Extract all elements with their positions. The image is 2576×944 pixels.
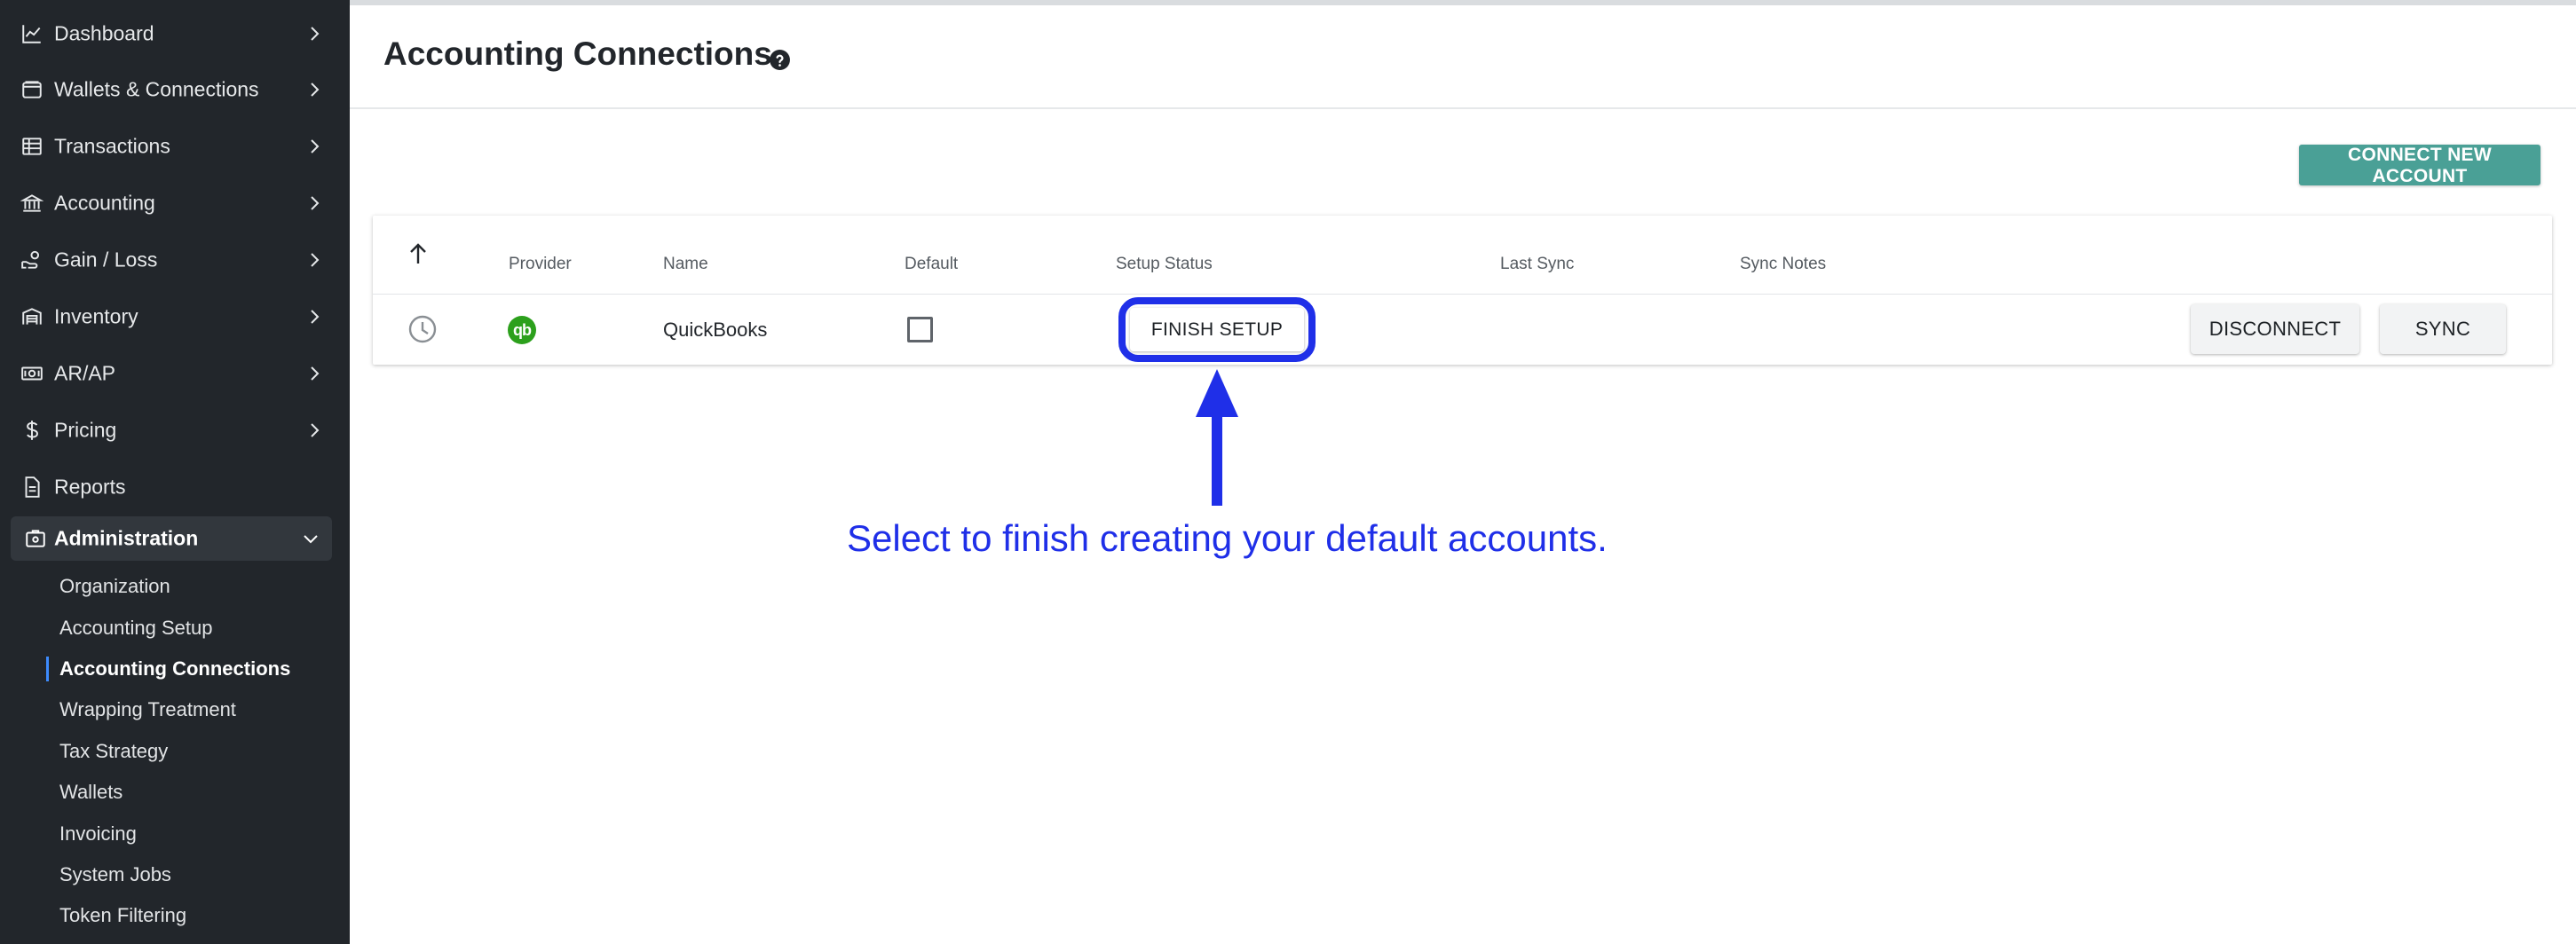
- wallet-icon: [20, 77, 44, 102]
- sidebar-item-label: Transactions: [54, 134, 170, 158]
- sidebar-subitem-wrapping-treatment[interactable]: Wrapping Treatment: [59, 698, 236, 721]
- sidebar-item-wallets-connections[interactable]: Wallets & Connections: [0, 65, 350, 114]
- document-icon: [20, 475, 44, 500]
- sidebar-item-label: Administration: [54, 526, 199, 550]
- table-header-divider: [373, 294, 2552, 295]
- sidebar-item-gain-loss[interactable]: Gain / Loss: [0, 235, 350, 285]
- chevron-right-icon: [311, 366, 320, 381]
- chevron-right-icon: [311, 83, 320, 97]
- sidebar-item-administration[interactable]: Administration: [11, 516, 332, 561]
- column-header-default[interactable]: Default: [905, 255, 958, 274]
- sidebar-subitem-accounting-connections[interactable]: Accounting Connections: [59, 657, 290, 680]
- chevron-down-icon: [304, 535, 318, 544]
- connect-new-account-button[interactable]: CONNECT NEW ACCOUNT: [2299, 145, 2540, 186]
- chart-line-icon: [20, 21, 44, 46]
- dollar-icon: [20, 418, 44, 443]
- sidebar-item-label: Gain / Loss: [54, 248, 158, 271]
- cash-icon: [20, 361, 44, 386]
- default-checkbox[interactable]: [907, 317, 933, 342]
- sidebar-item-ar-ap[interactable]: AR/AP: [0, 349, 350, 398]
- chevron-right-icon: [311, 27, 320, 41]
- column-header-sync-notes[interactable]: Sync Notes: [1740, 255, 1826, 274]
- sidebar-subitem-tax-strategy[interactable]: Tax Strategy: [59, 740, 168, 763]
- page-title: Accounting Connections: [383, 35, 772, 72]
- warehouse-icon: [20, 304, 44, 329]
- sidebar-subitem-invoicing[interactable]: Invoicing: [59, 822, 137, 846]
- connection-name: QuickBooks: [663, 319, 768, 341]
- sidebar: Dashboard Wallets & Connections Transact…: [0, 0, 350, 944]
- admin-icon: [23, 526, 48, 551]
- annotation-text: Select to finish creating your default a…: [847, 517, 1608, 559]
- sidebar-item-label: AR/AP: [54, 361, 116, 385]
- table-icon: [20, 134, 44, 159]
- sidebar-item-reports[interactable]: Reports: [0, 462, 350, 512]
- sidebar-item-label: Pricing: [54, 418, 117, 442]
- sidebar-item-dashboard[interactable]: Dashboard: [0, 9, 350, 59]
- active-indicator: [46, 657, 49, 681]
- sidebar-item-label: Inventory: [54, 304, 138, 328]
- sidebar-item-label: Accounting: [54, 191, 155, 215]
- sidebar-item-label: Wallets & Connections: [54, 77, 259, 101]
- sidebar-item-transactions[interactable]: Transactions: [0, 122, 350, 171]
- sidebar-item-inventory[interactable]: Inventory: [0, 292, 350, 342]
- bank-icon: [20, 191, 44, 216]
- sidebar-subitem-wallets[interactable]: Wallets: [59, 781, 122, 804]
- clock-icon: [408, 315, 437, 343]
- sidebar-subitem-accounting-setup[interactable]: Accounting Setup: [59, 617, 212, 640]
- finish-setup-button[interactable]: FINISH SETUP: [1130, 308, 1304, 351]
- sidebar-item-label: Dashboard: [54, 21, 154, 45]
- sidebar-subitem-system-jobs[interactable]: System Jobs: [59, 863, 171, 886]
- chevron-right-icon: [311, 253, 320, 267]
- sync-button[interactable]: SYNC: [2380, 304, 2506, 354]
- quickbooks-logo-icon: qb: [508, 316, 536, 344]
- chevron-right-icon: [311, 139, 320, 153]
- sidebar-item-pricing[interactable]: Pricing: [0, 405, 350, 455]
- column-header-provider[interactable]: Provider: [509, 255, 572, 274]
- sidebar-item-label: Reports: [54, 475, 126, 499]
- hand-coin-icon: [20, 248, 44, 272]
- top-divider: [350, 0, 2576, 5]
- sidebar-item-accounting[interactable]: Accounting: [0, 178, 350, 228]
- chevron-right-icon: [311, 423, 320, 437]
- help-icon[interactable]: [769, 49, 791, 71]
- column-header-name[interactable]: Name: [663, 255, 708, 274]
- sidebar-subitem-token-filtering[interactable]: Token Filtering: [59, 904, 186, 927]
- chevron-right-icon: [311, 196, 320, 210]
- annotation-arrow-up-icon: [1196, 369, 1238, 506]
- sort-arrow-up-icon[interactable]: [408, 242, 428, 265]
- title-divider: [350, 107, 2576, 109]
- disconnect-button[interactable]: DISCONNECT: [2191, 304, 2359, 354]
- chevron-right-icon: [311, 310, 320, 324]
- sidebar-subitem-organization[interactable]: Organization: [59, 575, 170, 598]
- column-header-setup-status[interactable]: Setup Status: [1116, 255, 1213, 274]
- column-header-last-sync[interactable]: Last Sync: [1500, 255, 1574, 274]
